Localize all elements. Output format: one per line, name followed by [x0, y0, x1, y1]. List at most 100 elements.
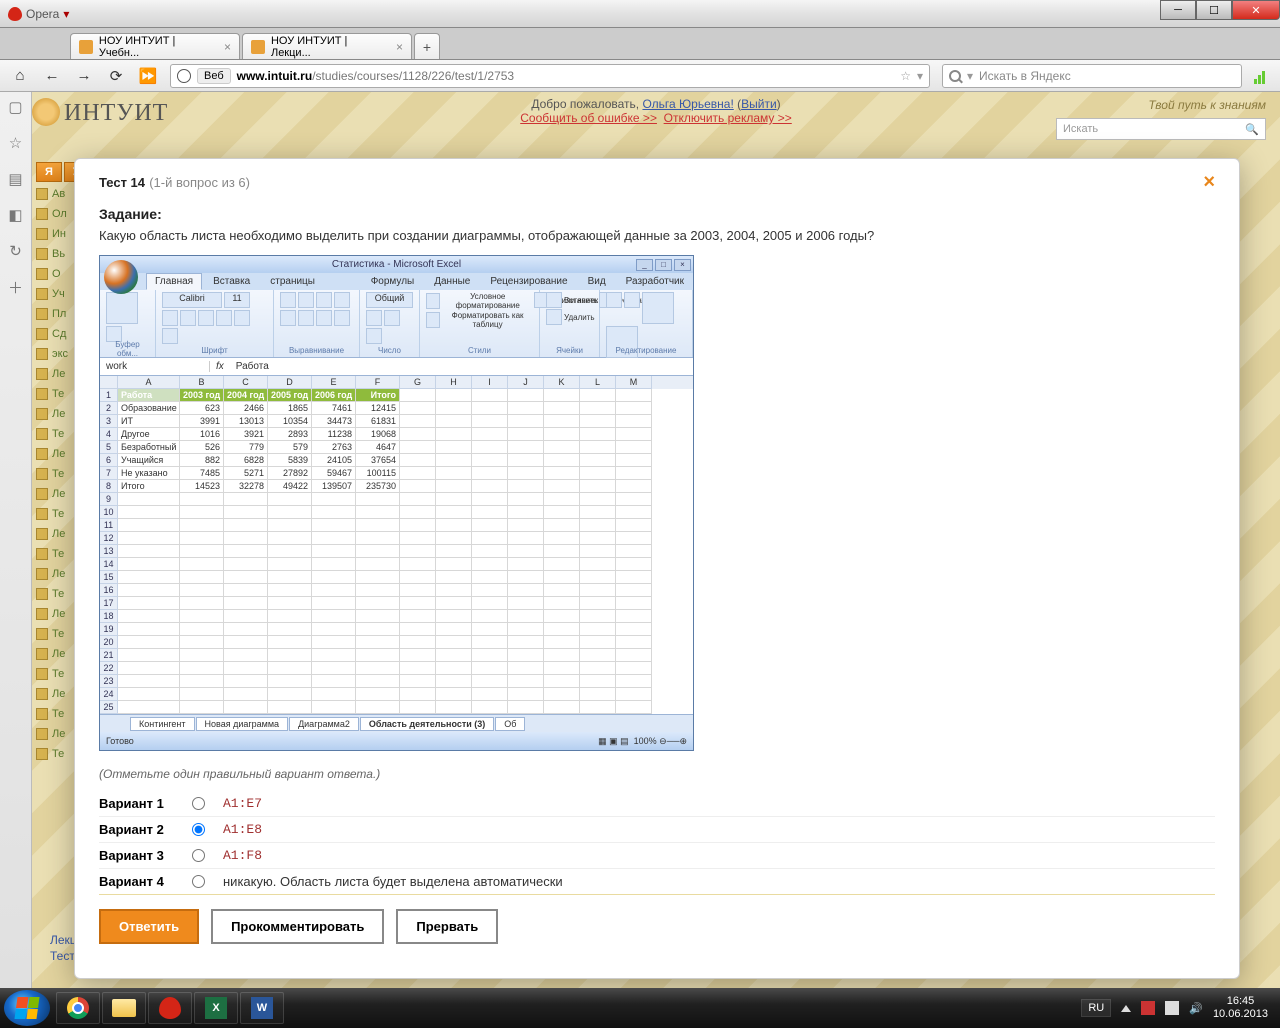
sheet-tab: Контингент [130, 717, 195, 731]
clock[interactable]: 16:4510.06.2013 [1213, 995, 1268, 1021]
site-header: ИНТУИТ Добро пожаловать, Ольга Юрьевна! … [32, 92, 1280, 130]
variant-row: Вариант 3 A1:F8 [99, 843, 1215, 869]
fastforward-icon[interactable]: ⏩ [138, 66, 158, 86]
addr-dropdown-icon[interactable]: ▾ [917, 69, 923, 83]
globe-icon [177, 69, 191, 83]
search-placeholder: Искать в Яндекс [979, 69, 1071, 83]
browser-side-panel: ▢ ☆ ▤ ◧ ↻ ＋ [0, 92, 32, 988]
browser-tab[interactable]: НОУ ИНТУИТ | Лекци... × [242, 33, 412, 59]
test-modal: Тест 14 (1-й вопрос из 6) × Задание: Как… [74, 158, 1240, 979]
ex-min-icon: _ [636, 259, 653, 271]
task-label: Задание: [99, 206, 1215, 222]
panel-icon[interactable]: ◧ [7, 206, 25, 224]
panel-star-icon[interactable]: ☆ [7, 134, 25, 152]
sheet-tab: Диаграмма2 [289, 717, 359, 731]
favicon-icon [251, 40, 265, 54]
variant-row: Вариант 1A1:E7 [99, 791, 1215, 817]
site-logo[interactable]: ИНТУИТ [32, 98, 168, 127]
tray-expand-icon[interactable] [1121, 1005, 1131, 1012]
crumb-item[interactable]: Я [36, 162, 62, 182]
variant-radio[interactable] [192, 875, 205, 888]
sheet-tab: Новая диаграмма [196, 717, 289, 731]
ribbon-tabs: ГлавнаяВставкаРазметка страницыФормулыДа… [100, 273, 693, 290]
start-button[interactable] [4, 990, 50, 1026]
bookmark-star-icon[interactable]: ☆ [900, 69, 911, 83]
tab-title: НОУ ИНТУИТ | Учебн... [99, 35, 218, 59]
close-button[interactable]: ✕ [1232, 0, 1280, 20]
tray-flag-icon[interactable] [1141, 1001, 1155, 1015]
reload-icon[interactable]: ⟳ [106, 66, 126, 86]
modal-close-icon[interactable]: × [1203, 171, 1215, 194]
browser-tab[interactable]: НОУ ИНТУИТ | Учебн... × [70, 33, 240, 59]
excel-titlebar: Статистика - Microsoft Excel _□× [100, 256, 693, 273]
tab-title: НОУ ИНТУИТ | Лекци... [271, 35, 390, 59]
report-error-link[interactable]: Сообщить об ошибке >> [520, 111, 657, 125]
taskbar-opera-icon[interactable] [148, 992, 192, 1024]
variant-text: A1:F8 [223, 848, 262, 863]
worksheet: 1234567891011121314151617181920212223242… [100, 376, 693, 714]
app-menu-caret[interactable]: ▾ [63, 7, 69, 21]
variant-radio[interactable] [192, 823, 205, 836]
panel-add-icon[interactable]: ＋ [7, 278, 25, 296]
answer-button[interactable]: Ответить [99, 909, 199, 944]
language-indicator[interactable]: RU [1081, 999, 1111, 1017]
browser-tab-strip: НОУ ИНТУИТ | Учебн... × НОУ ИНТУИТ | Лекц… [0, 28, 1280, 60]
variant-row: Вариант 4 никакую. Область листа будет вы… [99, 869, 1215, 895]
panel-icon[interactable]: ▢ [7, 98, 25, 116]
signal-icon[interactable] [1254, 68, 1270, 84]
app-label: Opera ▾ [0, 7, 77, 21]
variants: Вариант 1A1:E7Вариант 2A1:E8 Вариант 3 A1:… [99, 791, 1215, 895]
user-link[interactable]: Ольга Юрьевна! [642, 97, 733, 111]
variant-row: Вариант 2A1:E8 [99, 817, 1215, 843]
comment-button[interactable]: Прокомментировать [211, 909, 384, 944]
taskbar-word-icon[interactable]: W [240, 992, 284, 1024]
site-search-input[interactable]: Искать🔍 [1056, 118, 1266, 140]
addr-text: www.intuit.ru/studies/courses/1128/226/t… [237, 69, 514, 83]
variant-text: A1:E8 [223, 822, 262, 837]
fx-value: Работа [230, 361, 275, 372]
ribbon-tab: Данные [425, 273, 479, 290]
search-icon: 🔍 [1245, 123, 1259, 136]
search-box[interactable]: ▾ Искать в Яндекс [942, 64, 1242, 88]
ribbon-tab: Разработчик [617, 273, 693, 290]
disable-ads-link[interactable]: Отключить рекламу >> [664, 111, 792, 125]
tray-network-icon[interactable] [1165, 1001, 1179, 1015]
new-tab-button[interactable]: + [414, 33, 440, 59]
back-icon[interactable]: ← [42, 66, 62, 86]
tab-close-icon[interactable]: × [396, 40, 403, 54]
panel-icon[interactable]: ↻ [7, 242, 25, 260]
variant-text: A1:E7 [223, 796, 262, 811]
taskbar-excel-icon[interactable]: X [194, 992, 238, 1024]
excel-status-bar: Готово ▦ ▣ ▤ 100% ⊖──⊕ [100, 732, 693, 750]
variant-text: никакую. Область листа будет выделена ав… [223, 874, 563, 889]
address-bar[interactable]: Веб www.intuit.ru/studies/courses/1128/2… [170, 64, 930, 88]
minimize-button[interactable]: ─ [1160, 0, 1196, 20]
system-tray: RU 🔊 16:4510.06.2013 [1081, 995, 1276, 1021]
fx-icon: fx [210, 361, 230, 372]
variant-radio[interactable] [192, 797, 205, 810]
taskbar-explorer-icon[interactable] [102, 992, 146, 1024]
variant-label: Вариант 4 [99, 874, 174, 889]
ribbon-tab: Вид [579, 273, 615, 290]
scheme-pill: Веб [197, 68, 231, 84]
tab-close-icon[interactable]: × [224, 40, 231, 54]
panel-icon[interactable]: ▤ [7, 170, 25, 188]
abort-button[interactable]: Прервать [396, 909, 498, 944]
formula-bar: work fx Работа [100, 358, 693, 376]
forward-icon[interactable]: → [74, 66, 94, 86]
ribbon: Буфер обм... Calibri11Шрифт Выравнивание… [100, 290, 693, 358]
variant-radio[interactable] [192, 849, 205, 862]
answer-hint: (Отметьте один правильный вариант ответа… [99, 767, 1215, 781]
logout-link[interactable]: Выйти [741, 97, 777, 111]
home-icon[interactable]: ⌂ [10, 66, 30, 86]
variant-label: Вариант 3 [99, 848, 174, 863]
sheet-tab: Об [495, 717, 525, 731]
maximize-button[interactable]: ☐ [1196, 0, 1232, 20]
ribbon-tab: Рецензирование [481, 273, 576, 290]
taskbar-chrome-icon[interactable] [56, 992, 100, 1024]
window-controls: ─ ☐ ✕ [1160, 0, 1280, 20]
page-viewport: ИНТУИТ Добро пожаловать, Ольга Юрьевна! … [32, 92, 1280, 988]
site-center: Добро пожаловать, Ольга Юрьевна! (Выйти)… [520, 97, 792, 125]
tray-volume-icon[interactable]: 🔊 [1189, 1002, 1203, 1015]
name-box: work [100, 361, 210, 372]
